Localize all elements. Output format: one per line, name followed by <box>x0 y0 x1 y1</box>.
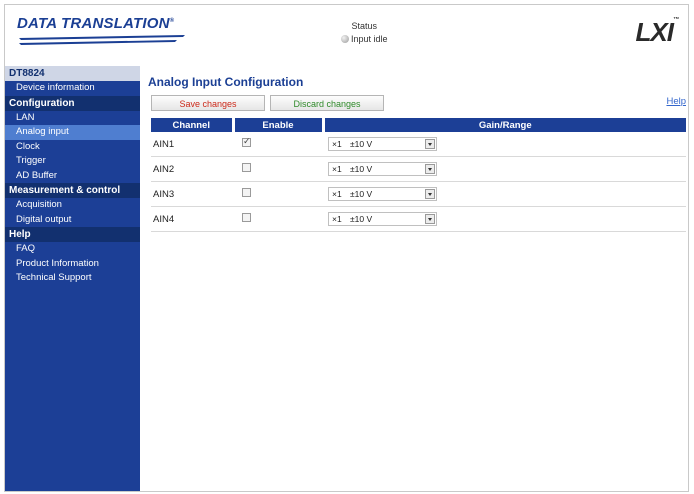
lxi-logo-text: LXI <box>635 17 674 47</box>
gain-range-select[interactable]: ×1 ±10 V <box>328 162 437 176</box>
analog-input-table: Channel Enable Gain/Range AIN1 ×1 ±10 V A… <box>151 118 686 232</box>
action-bar: Save changes Discard changes Help <box>148 95 686 113</box>
sidebar-item-digital-output[interactable]: Digital output <box>5 213 140 228</box>
enable-checkbox[interactable] <box>242 213 251 222</box>
save-changes-button[interactable]: Save changes <box>151 95 265 111</box>
gain-value: ×1 <box>332 139 342 149</box>
table-row: AIN1 ×1 ±10 V <box>151 132 686 157</box>
registered-mark: ® <box>169 18 175 24</box>
sidebar-item-product-information[interactable]: Product Information <box>5 257 140 272</box>
channel-cell: AIN4 <box>151 206 233 232</box>
gain-range-select[interactable]: ×1 ±10 V <box>328 187 437 201</box>
gain-value: ×1 <box>332 189 342 199</box>
dropdown-arrow-icon[interactable] <box>425 139 435 149</box>
table-row: AIN3 ×1 ±10 V <box>151 181 686 207</box>
sidebar-group-configuration: Configuration <box>5 95 140 111</box>
enable-checkbox[interactable] <box>242 188 251 197</box>
column-header-enable: Enable <box>233 118 325 132</box>
sidebar-item-device-information[interactable]: Device information <box>5 81 140 96</box>
discard-changes-button[interactable]: Discard changes <box>270 95 384 111</box>
sidebar-item-technical-support[interactable]: Technical Support <box>5 271 140 286</box>
sidebar-item-clock[interactable]: Clock <box>5 140 140 155</box>
help-link[interactable]: Help <box>666 96 686 107</box>
gain-value: ×1 <box>332 214 342 224</box>
column-header-gain-range: Gain/Range <box>323 118 686 132</box>
gain-range-select[interactable]: ×1 ±10 V <box>328 212 437 226</box>
range-value: ±10 V <box>350 164 373 174</box>
sidebar-group-help: Help <box>5 227 140 242</box>
range-value: ±10 V <box>350 189 373 199</box>
sidebar-item-ad-buffer[interactable]: AD Buffer <box>5 169 140 184</box>
status-indicator: Status Input idle <box>341 21 388 44</box>
sidebar-item-trigger[interactable]: Trigger <box>5 154 140 169</box>
column-header-channel: Channel <box>151 118 235 132</box>
dropdown-arrow-icon[interactable] <box>425 214 435 224</box>
sidebar-item-lan[interactable]: LAN <box>5 111 140 126</box>
status-label: Status <box>351 21 378 31</box>
channel-cell: AIN2 <box>151 156 233 182</box>
gain-range-select[interactable]: ×1 ±10 V <box>328 137 437 151</box>
lxi-logo: LXI™ <box>635 17 679 48</box>
sidebar-item-faq[interactable]: FAQ <box>5 242 140 257</box>
gain-value: ×1 <box>332 164 342 174</box>
page-frame: DATA TRANSLATION® Status Input idle LXI™… <box>4 4 689 492</box>
header: DATA TRANSLATION® Status Input idle LXI™ <box>5 5 688 61</box>
sidebar-nav: DT8824 Device information Configuration … <box>5 66 140 491</box>
status-value: Input idle <box>351 34 388 44</box>
dropdown-arrow-icon[interactable] <box>425 164 435 174</box>
logo-swoosh-icon <box>19 35 185 45</box>
table-row: AIN2 ×1 ±10 V <box>151 156 686 182</box>
status-light-icon <box>341 35 349 43</box>
sidebar-group-measurement-control: Measurement & control <box>5 183 140 198</box>
table-header-row: Channel Enable Gain/Range <box>151 118 686 132</box>
data-translation-logo: DATA TRANSLATION® <box>17 15 189 49</box>
page-title: Analog Input Configuration <box>148 75 304 89</box>
dropdown-arrow-icon[interactable] <box>425 189 435 199</box>
lxi-trademark: ™ <box>673 17 679 23</box>
brand-name: DATA TRANSLATION <box>17 15 170 32</box>
enable-checkbox[interactable] <box>242 163 251 172</box>
sidebar-item-analog-input[interactable]: Analog input <box>5 125 140 140</box>
main-content: Analog Input Configuration Save changes … <box>148 75 686 232</box>
range-value: ±10 V <box>350 139 373 149</box>
sidebar-item-acquisition[interactable]: Acquisition <box>5 198 140 213</box>
channel-cell: AIN3 <box>151 181 233 207</box>
enable-checkbox[interactable] <box>242 136 251 147</box>
range-value: ±10 V <box>350 214 373 224</box>
table-row: AIN4 ×1 ±10 V <box>151 206 686 232</box>
sidebar-device-heading: DT8824 <box>5 66 140 81</box>
channel-cell: AIN1 <box>151 132 233 157</box>
